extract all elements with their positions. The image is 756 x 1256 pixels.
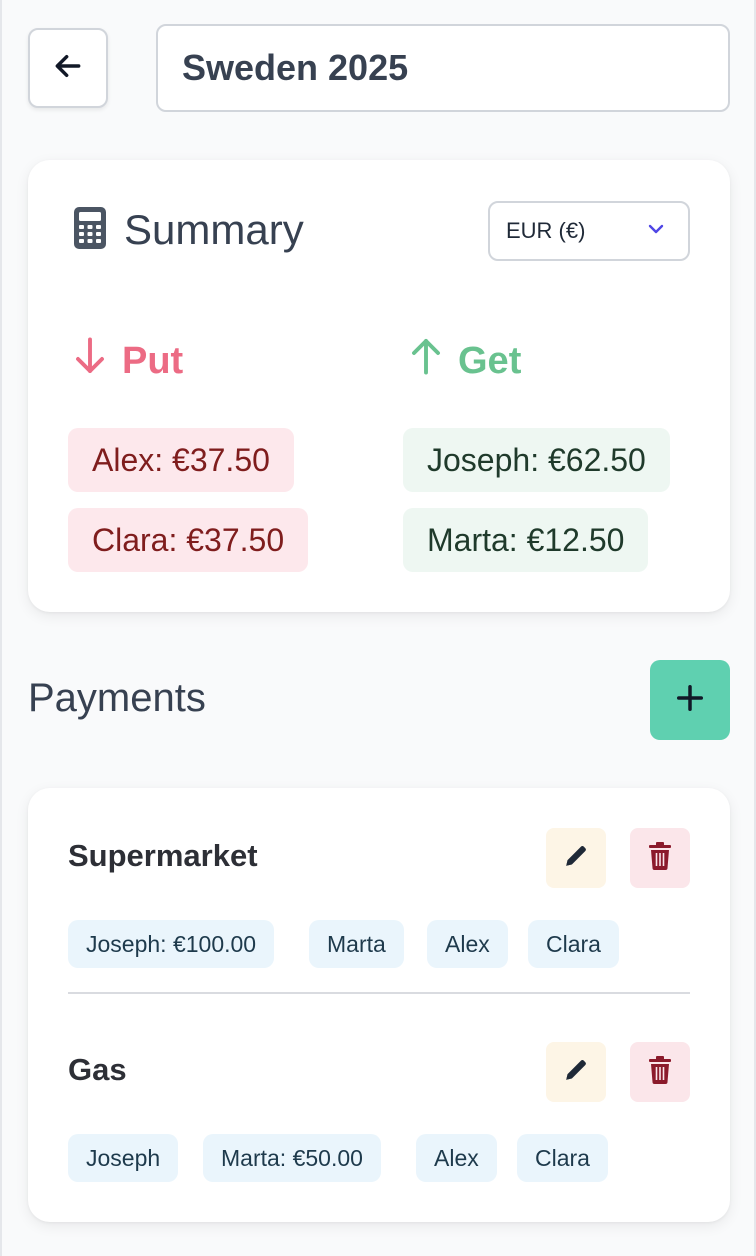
app-page: Summary EUR (€) Put G <box>0 0 756 1256</box>
payment-divider <box>68 992 690 994</box>
participant-tag: Marta <box>309 920 404 968</box>
add-payment-button[interactable] <box>650 660 730 740</box>
participant-tag: Joseph: €100.00 <box>68 920 275 968</box>
participant-tag: Alex <box>427 920 508 968</box>
arrow-up-icon <box>408 336 444 386</box>
get-entry: Marta: €12.50 <box>403 508 649 572</box>
get-entry: Joseph: €62.50 <box>403 428 670 492</box>
chevron-down-icon <box>644 217 668 246</box>
put-entry: Alex: €37.50 <box>68 428 294 492</box>
summary-card: Summary EUR (€) Put Get Alex: €37.50 Cla… <box>28 160 730 612</box>
pencil-icon <box>563 1057 589 1088</box>
put-label: Put <box>122 339 184 382</box>
arrow-left-icon <box>52 50 84 87</box>
arrow-down-icon <box>72 336 108 386</box>
participant-tag: Marta: €50.00 <box>203 1134 381 1182</box>
get-heading: Get <box>408 336 521 386</box>
participant-tag: Clara <box>517 1134 608 1182</box>
plus-icon <box>675 683 705 718</box>
summary-header: Summary <box>74 206 304 254</box>
trash-icon <box>648 841 672 875</box>
participant-tag: Alex <box>416 1134 497 1182</box>
participant-tag: Clara <box>528 920 619 968</box>
payment-name: Gas <box>68 1052 127 1087</box>
edit-payment-button[interactable] <box>546 1042 606 1102</box>
trash-icon <box>648 1055 672 1089</box>
delete-payment-button[interactable] <box>630 1042 690 1102</box>
payment-name: Supermarket <box>68 838 258 873</box>
payments-title: Payments <box>28 676 206 720</box>
currency-select[interactable]: EUR (€) <box>488 201 690 261</box>
pencil-icon <box>563 843 589 874</box>
back-button[interactable] <box>28 28 108 108</box>
put-entry: Clara: €37.50 <box>68 508 309 572</box>
payments-card: Supermarket Joseph: €100.00 Marta Alex C… <box>28 788 730 1222</box>
edit-payment-button[interactable] <box>546 828 606 888</box>
put-heading: Put <box>72 336 183 386</box>
participant-tag: Joseph <box>68 1134 179 1182</box>
currency-value: EUR (€) <box>506 218 586 243</box>
trip-name-input[interactable] <box>156 24 730 112</box>
summary-title: Summary <box>124 206 304 253</box>
get-label: Get <box>458 339 522 382</box>
delete-payment-button[interactable] <box>630 828 690 888</box>
calculator-icon <box>74 206 106 254</box>
